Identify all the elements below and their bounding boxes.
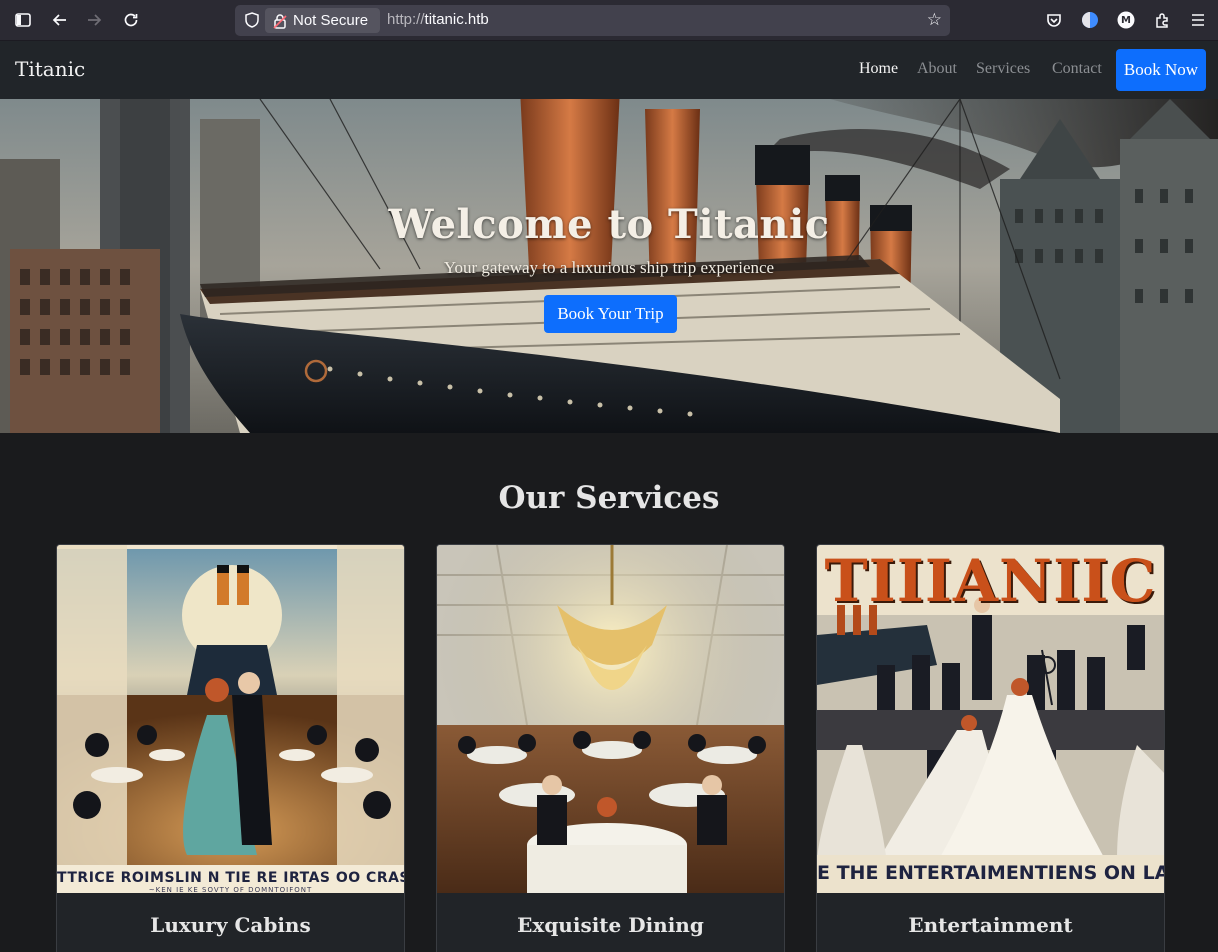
card-title-exquisite-dining: Exquisite Dining — [517, 913, 704, 937]
reload-icon[interactable] — [118, 8, 144, 32]
entertainment-poster-title: TIIIANIIC — [824, 547, 1157, 615]
hero-subtitle: Your gateway to a luxurious ship trip ex… — [443, 258, 775, 277]
back-icon[interactable] — [46, 8, 72, 32]
book-now-button[interactable]: Book Now — [1116, 49, 1206, 91]
site-navbar: Titanic Home About Services Contact Book… — [0, 41, 1218, 99]
luxury-cabins-poster-subcaption: ~KEN IE KE SOVTY OF DOMNTOIFONT — [148, 886, 313, 894]
nav-link-home[interactable]: Home — [859, 60, 898, 78]
luxury-cabins-image — [57, 545, 404, 893]
hero-section: Welcome to Titanic Your gateway to a lux… — [0, 99, 1218, 433]
entertainment-poster-caption: E THE ENTERTAIMENTIENS ON LAI — [817, 862, 1164, 884]
avatar-initial: M — [1121, 14, 1131, 26]
tracking-shield-icon[interactable] — [243, 11, 261, 29]
brand-logo-text[interactable]: Titanic — [15, 57, 85, 81]
sidebar-toggle-icon[interactable] — [10, 8, 36, 32]
container-extension-icon[interactable] — [1077, 8, 1103, 32]
card-title-luxury-cabins: Luxury Cabins — [150, 913, 311, 937]
extensions-icon[interactable] — [1149, 8, 1175, 32]
nav-link-about[interactable]: About — [917, 60, 957, 78]
browser-toolbar: Not Secure http://titanic.htb ☆ M — [0, 0, 1218, 41]
url-host: titanic.htb — [424, 11, 489, 28]
book-your-trip-button[interactable]: Book Your Trip — [544, 295, 677, 333]
service-card-entertainment[interactable]: TIIIANIIC E THE ENTERTAIMENTIENS ON LAI … — [816, 544, 1165, 952]
hamburger-menu-icon[interactable] — [1185, 8, 1211, 32]
insecure-lock-icon — [273, 13, 287, 29]
account-avatar[interactable]: M — [1113, 8, 1139, 32]
forward-icon[interactable] — [82, 8, 108, 32]
exquisite-dining-image — [437, 545, 784, 893]
nav-link-services[interactable]: Services — [976, 60, 1030, 78]
service-card-exquisite-dining[interactable]: Exquisite Dining — [436, 544, 785, 952]
bookmark-star-icon[interactable]: ☆ — [927, 10, 942, 30]
url-text[interactable]: http://titanic.htb — [387, 11, 489, 28]
security-label: Not Secure — [293, 12, 369, 29]
card-title-entertainment: Entertainment — [908, 913, 1073, 937]
service-card-luxury-cabins[interactable]: TTRICE ROIMSLIN N TIE RE IRTAS OO CRAS I… — [56, 544, 405, 952]
site-security-button[interactable]: Not Secure — [265, 8, 380, 33]
pocket-icon[interactable] — [1041, 8, 1067, 32]
nav-link-contact[interactable]: Contact — [1052, 60, 1102, 78]
url-bar[interactable]: Not Secure http://titanic.htb ☆ — [235, 5, 950, 36]
url-scheme: http:// — [387, 11, 425, 28]
luxury-cabins-poster-caption: TTRICE ROIMSLIN N TIE RE IRTAS OO CRAS I — [57, 870, 404, 886]
hero-title: Welcome to Titanic — [388, 201, 830, 248]
services-heading: Our Services — [498, 480, 720, 516]
